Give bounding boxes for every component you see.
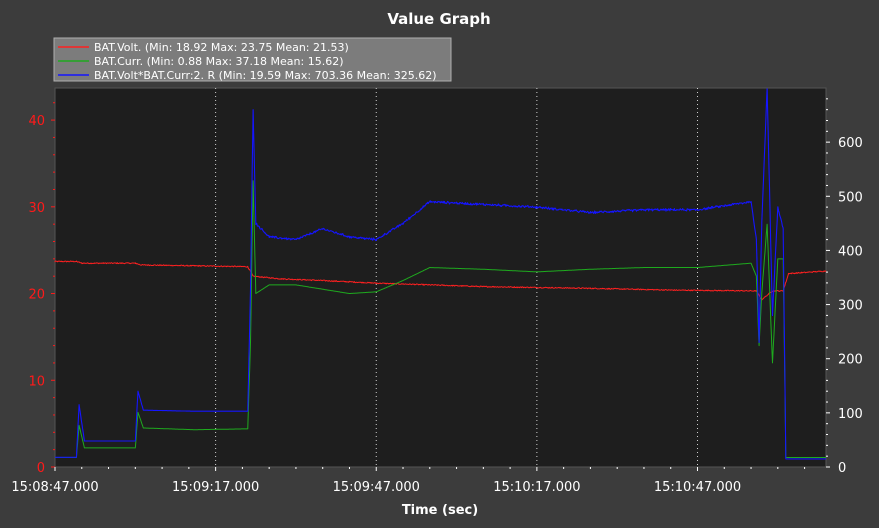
right-axis: 0 100 200 300 400 500 600 (826, 98, 863, 476)
right-tick-label: 600 (838, 136, 863, 151)
value-graph-window: 0 10 20 30 40 0 100 200 300 400 500 600 15:08:47.0… (0, 0, 879, 528)
right-tick-label: 100 (838, 407, 863, 422)
right-tick-label: 400 (838, 244, 863, 259)
right-tick-label: 200 (838, 353, 863, 368)
chart-title: Value Graph (387, 10, 490, 28)
legend[interactable]: BAT.Volt. (Min: 18.92 Max: 23.75 Mean: 2… (53, 37, 452, 82)
left-tick-label: 0 (37, 461, 45, 476)
right-tick-label: 0 (838, 461, 846, 476)
x-axis-label: Time (sec) (402, 503, 478, 518)
value-graph-chart: 0 10 20 30 40 0 100 200 300 400 500 600 15:08:47.0… (11, 10, 863, 518)
legend-label: BAT.Volt*BAT.Curr:2. R (Min: 19.59 Max: … (94, 69, 437, 82)
left-tick-label: 10 (28, 374, 45, 389)
x-tick-label: 15:08:47.000 (11, 480, 98, 495)
left-tick-label: 40 (28, 114, 45, 129)
plot-area (54, 87, 827, 468)
right-tick-label: 300 (838, 299, 863, 314)
legend-label: BAT.Volt. (Min: 18.92 Max: 23.75 Mean: 2… (94, 41, 349, 54)
left-axis: 0 10 20 30 40 (28, 102, 55, 476)
legend-label: BAT.Curr. (Min: 0.88 Max: 37.18 Mean: 15… (94, 55, 344, 68)
x-axis: 15:08:47.000 15:09:17.000 15:09:47.000 15:1… (11, 467, 806, 495)
x-tick-label: 15:10:47.000 (654, 480, 741, 495)
left-tick-label: 20 (28, 288, 45, 303)
left-tick-label: 30 (28, 201, 45, 216)
right-tick-label: 500 (838, 190, 863, 205)
x-tick-label: 15:09:17.000 (172, 480, 259, 495)
x-tick-label: 15:09:47.000 (333, 480, 420, 495)
x-tick-label: 15:10:17.000 (493, 480, 580, 495)
